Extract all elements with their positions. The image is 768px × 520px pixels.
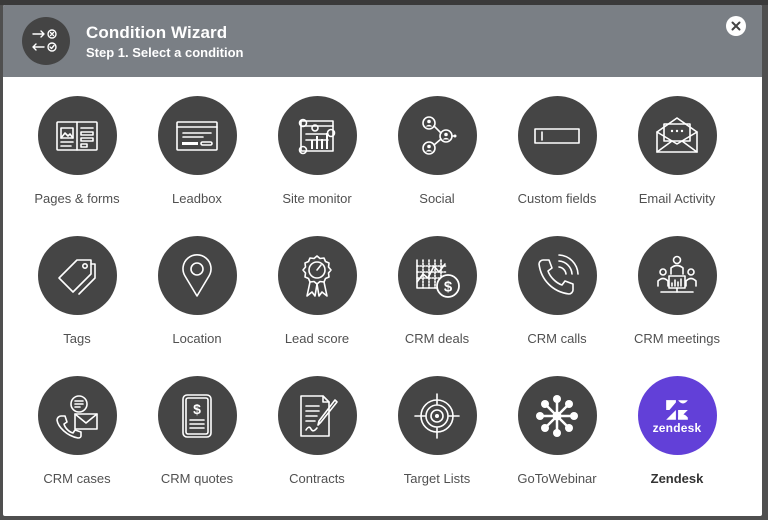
condition-crm-deals[interactable]: $ CRM deals [377,235,497,375]
condition-crm-calls[interactable]: CRM calls [497,235,617,375]
condition-zendesk[interactable]: zendesk Zendesk [617,375,737,515]
wizard-title: Condition Wizard [86,23,228,42]
condition-label: Target Lists [403,471,471,486]
condition-tags[interactable]: Tags [17,235,137,375]
condition-contracts[interactable]: Contracts [257,375,377,515]
condition-site-monitor[interactable]: Site monitor [257,95,377,235]
condition-grid: Pages & forms Leadbox Site monitor Socia… [17,95,737,515]
condition-label: Lead score [284,331,350,346]
crm-meetings-icon [637,236,717,315]
target-lists-icon [397,376,477,455]
email-activity-icon [637,96,717,175]
condition-pages-forms[interactable]: Pages & forms [17,95,137,235]
condition-label: CRM cases [43,471,111,486]
condition-lead-score[interactable]: Lead score [257,235,377,375]
condition-wizard-modal: Condition Wizard Step 1. Select a condit… [3,5,762,516]
condition-leadbox[interactable]: Leadbox [137,95,257,235]
tags-icon [37,236,117,315]
crm-cases-icon [37,376,117,455]
condition-label: GoToWebinar [517,471,597,486]
condition-label: Location [172,331,222,346]
crm-deals-icon: $ [397,236,477,315]
gotowebinar-icon [517,376,597,455]
svg-text:$: $ [193,401,201,417]
modal-header: Condition Wizard Step 1. Select a condit… [3,5,762,77]
condition-label: Contracts [289,471,345,486]
condition-target-lists[interactable]: Target Lists [377,375,497,515]
zendesk-wordmark: zendesk [652,420,702,435]
close-icon [731,21,741,31]
close-button[interactable] [726,16,746,36]
condition-label: Zendesk [650,471,704,486]
condition-label: CRM calls [527,331,587,346]
condition-label: Leadbox [172,191,222,206]
condition-social[interactable]: Social [377,95,497,235]
crm-quotes-icon: $ [157,376,237,455]
lead-score-icon [277,236,357,315]
condition-label: Custom fields [517,191,597,206]
condition-label: CRM quotes [160,471,234,486]
condition-gotowebinar[interactable]: GoToWebinar [497,375,617,515]
social-icon [397,96,477,175]
condition-label: CRM deals [404,331,470,346]
condition-location[interactable]: Location [137,235,257,375]
condition-label: Site monitor [282,191,352,206]
site-monitor-icon [277,96,357,175]
contracts-icon [277,376,357,455]
condition-email-activity[interactable]: Email Activity [617,95,737,235]
wizard-subtitle: Step 1. Select a condition [86,45,244,60]
custom-fields-icon [517,96,597,175]
location-icon [157,236,237,315]
condition-label: CRM meetings [634,331,720,346]
crm-calls-icon [517,236,597,315]
svg-text:$: $ [444,278,453,295]
condition-label: Email Activity [638,191,716,206]
pages-forms-icon [37,96,117,175]
condition-custom-fields[interactable]: Custom fields [497,95,617,235]
condition-label: Social [419,191,455,206]
condition-crm-meetings[interactable]: CRM meetings [617,235,737,375]
zendesk-logo-icon: zendesk [637,376,717,455]
condition-crm-cases[interactable]: CRM cases [17,375,137,515]
conditions-icon [22,17,70,65]
leadbox-icon [157,96,237,175]
condition-label: Tags [63,331,91,346]
condition-crm-quotes[interactable]: $ CRM quotes [137,375,257,515]
condition-label: Pages & forms [34,191,120,206]
